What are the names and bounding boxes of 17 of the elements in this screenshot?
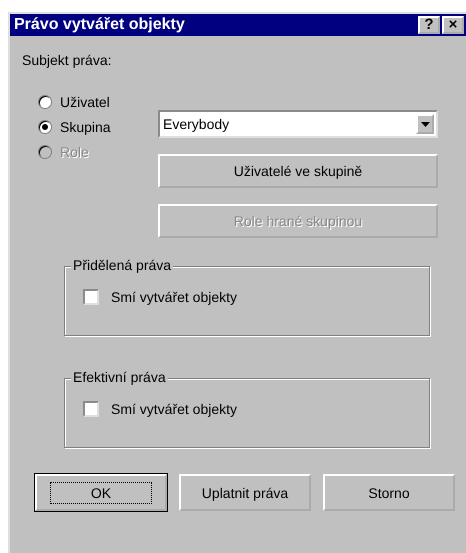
dialog-button[interactable]: Storno [323, 474, 455, 511]
group-dropdown[interactable]: Everybody [158, 110, 438, 138]
checkbox-icon [83, 401, 99, 417]
checkbox-icon [83, 289, 99, 305]
dialog-button[interactable]: Uplatnit práva [179, 474, 311, 511]
group-title: Efektivní práva [71, 369, 168, 385]
group-title: Přidělená práva [71, 257, 174, 273]
radio-option[interactable]: Uživatel [38, 94, 158, 110]
action-button[interactable]: Uživatelé ve skupině [158, 154, 438, 188]
title-bar-button[interactable]: ? [418, 16, 440, 34]
dialog-button[interactable]: OK [35, 474, 167, 511]
title-bar-button[interactable]: × [442, 16, 464, 34]
radio-option[interactable]: Skupina [38, 119, 158, 135]
subject-label: Subjekt práva: [22, 52, 112, 68]
window-title: Právo vytvářet objekty [14, 16, 185, 34]
checkbox-option[interactable]: Smí vytvářet objekty [83, 401, 429, 417]
checkbox-option[interactable]: Smí vytvářet objekty [83, 289, 429, 305]
